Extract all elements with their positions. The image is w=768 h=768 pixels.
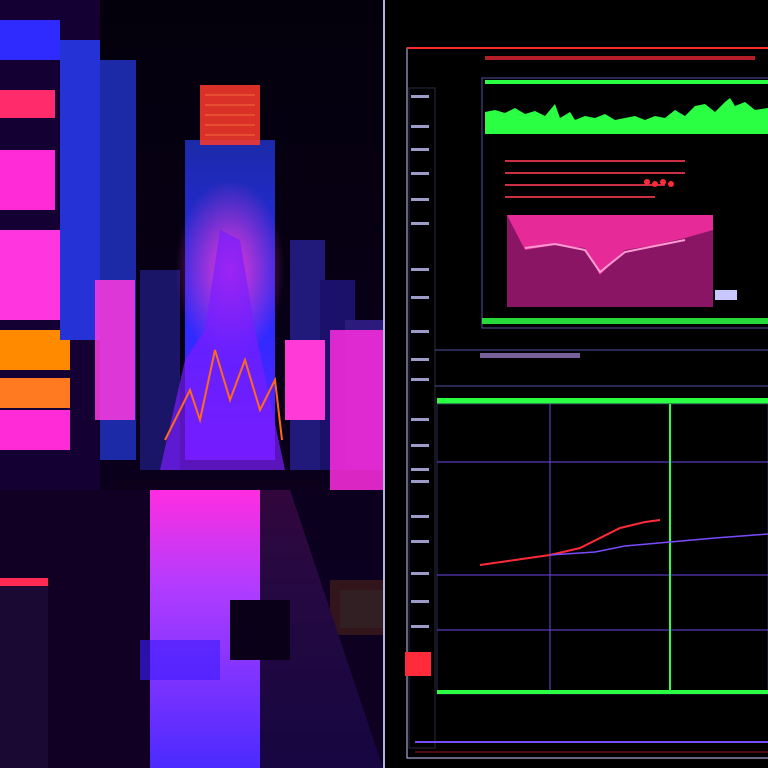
price-line — [479, 519, 661, 566]
neon-city-illustration — [0, 0, 383, 768]
city-scene-svg — [0, 0, 383, 768]
trading-dashboard — [385, 0, 768, 768]
alert-indicator — [405, 652, 431, 676]
volume-bars — [485, 98, 768, 134]
chart-grid — [437, 404, 768, 694]
dashboard-svg — [405, 47, 768, 759]
